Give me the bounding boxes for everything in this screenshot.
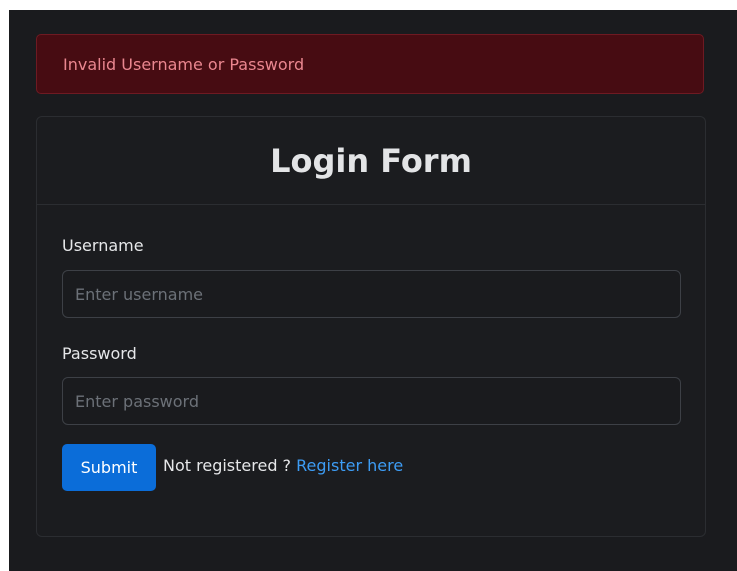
register-line: Not registered ? Register here [163,456,403,475]
register-link[interactable]: Register here [296,456,403,475]
page-body: Invalid Username or Password Login Form … [9,10,737,571]
password-label: Password [62,344,137,363]
error-alert-message: Invalid Username or Password [63,55,305,74]
page-title: Login Form [270,142,472,180]
username-label: Username [62,236,144,255]
login-card: Login Form Username Password Submit Not … [36,116,706,537]
password-input[interactable] [62,377,681,425]
register-prompt: Not registered ? [163,456,292,475]
username-input[interactable] [62,270,681,318]
submit-button[interactable]: Submit [62,444,156,491]
error-alert: Invalid Username or Password [36,34,704,94]
login-card-header: Login Form [37,117,705,205]
